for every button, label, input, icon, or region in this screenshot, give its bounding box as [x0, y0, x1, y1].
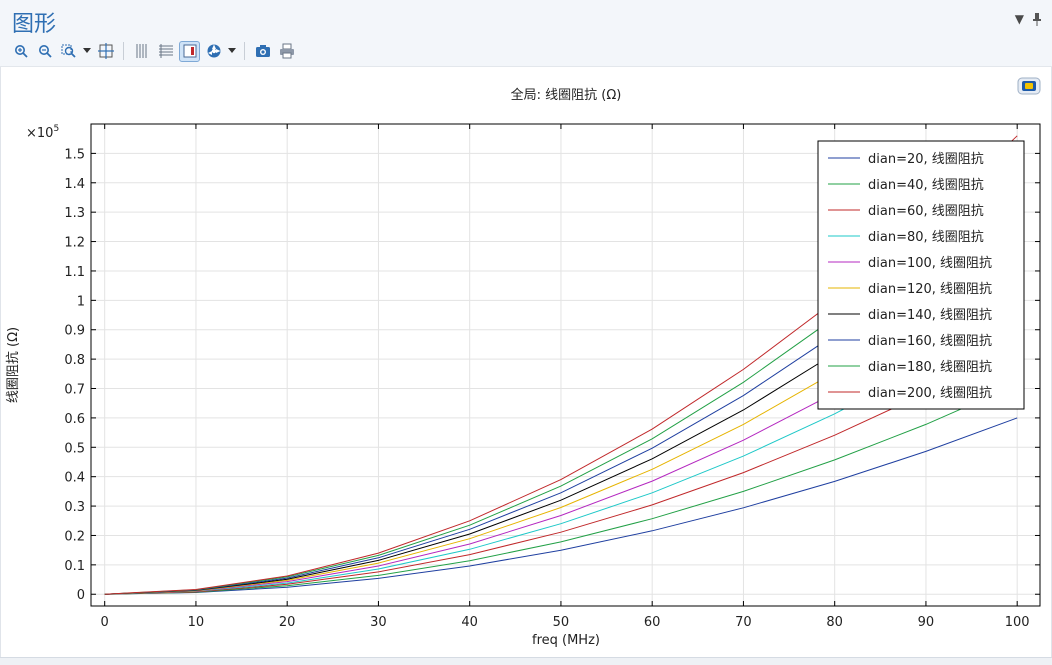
y-tick-label: 1.3 [64, 206, 85, 221]
legend-label: dian=160, 线圈阻抗 [868, 334, 992, 349]
y-tick-label: 0.4 [64, 471, 85, 486]
y-tick-label: 0.3 [64, 500, 85, 515]
y-tick-label: 0.1 [64, 559, 85, 574]
y-tick-label: 1.5 [64, 147, 85, 162]
y-tick-label: 0 [77, 588, 85, 603]
legend-label: dian=60, 线圈阻抗 [868, 204, 984, 219]
legend-label: dian=140, 线圈阻抗 [868, 308, 992, 323]
y-tick-label: 0.5 [64, 441, 85, 456]
y-multiplier-base: ×10 [26, 126, 53, 141]
y-tick-label: 1.2 [64, 236, 85, 251]
y-tick-label: 0.7 [64, 383, 85, 398]
chart-svg: 全局: 线圈阻抗 (Ω) 0 10 20 30 40 50 60 70 80 90 100 0 0.1 0… [6, 87, 1041, 648]
y-multiplier-label: ×105 [26, 124, 59, 141]
x-tick-label: 90 [918, 615, 935, 630]
y-tick-label: 0.9 [64, 324, 85, 339]
y-tick-label: 0.2 [64, 529, 85, 544]
x-tick-label: 60 [644, 615, 661, 630]
legend-label: dian=80, 线圈阻抗 [868, 230, 984, 245]
y-multiplier-exp: 5 [53, 124, 59, 134]
y-tick-label: 0.6 [64, 412, 85, 427]
legend-label: dian=100, 线圈阻抗 [868, 256, 992, 271]
x-tick-label: 20 [279, 615, 296, 630]
x-tick-label: 50 [553, 615, 570, 630]
legend-label: dian=120, 线圈阻抗 [868, 282, 992, 297]
x-tick-label: 80 [826, 615, 843, 630]
legend-label: dian=180, 线圈阻抗 [868, 360, 992, 375]
x-tick-label: 30 [370, 615, 387, 630]
x-tick-label: 70 [735, 615, 752, 630]
legend-label: dian=20, 线圈阻抗 [868, 152, 984, 167]
x-tick-label: 40 [461, 615, 478, 630]
legend-label: dian=200, 线圈阻抗 [868, 386, 992, 401]
legend-label: dian=40, 线圈阻抗 [868, 178, 984, 193]
y-tick-label: 1 [77, 294, 85, 309]
chart-title: 全局: 线圈阻抗 (Ω) [511, 87, 622, 103]
x-axis-label: freq (MHz) [532, 633, 600, 648]
y-axis-label: 线圈阻抗 (Ω) [6, 327, 21, 403]
x-tick-label: 10 [188, 615, 205, 630]
x-tick-label: 100 [1005, 615, 1030, 630]
x-tick-label: 0 [101, 615, 109, 630]
y-tick-label: 1.4 [64, 177, 85, 192]
y-tick-label: 1.1 [64, 265, 85, 280]
y-tick-label: 0.8 [64, 353, 85, 368]
legend: dian=20, 线圈阻抗 dian=40, 线圈阻抗 dian=60, 线圈阻抗 d… [817, 140, 1025, 410]
